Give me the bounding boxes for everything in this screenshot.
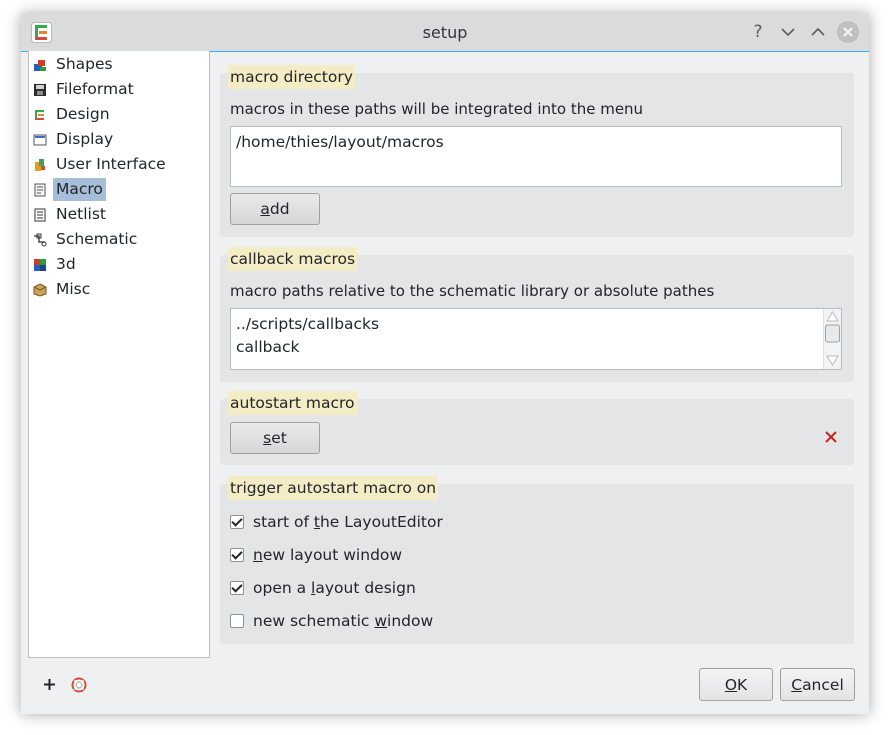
trigger-new-schematic-window[interactable]: new schematic window [230,610,433,632]
checkbox[interactable] [230,581,244,595]
shapes-icon [34,59,46,71]
macro-icon [34,183,46,196]
title-bar[interactable]: setup ? [21,14,869,52]
display-icon [33,134,47,145]
path-entry: /home/thies/layout/macros [236,133,444,151]
sidebar-item-design[interactable]: Design [31,103,113,126]
sidebar-item-shapes[interactable]: Shapes [31,53,116,76]
trigger-open-layout-design[interactable]: open a layout design [230,577,416,599]
sidebar-item-label: 3d [56,255,76,273]
help-icon[interactable]: ? [747,21,769,43]
remove-icon[interactable] [825,431,837,443]
plus-icon[interactable] [43,678,56,691]
checkbox-label: open a layout design [253,579,416,597]
sidebar-item-3d[interactable]: 3d [31,253,79,276]
settings-category-list[interactable]: Shapes Fileformat Design Display User In… [28,51,210,658]
minimize-icon[interactable] [777,21,799,43]
button-label: OK [724,675,748,694]
button-label: Cancel [791,675,844,694]
scrollbar-arrows-icon [825,311,840,366]
callback-macros-group: callback macros macro paths relative to … [220,247,854,382]
vertical-scrollbar[interactable] [823,309,841,369]
checkbox[interactable] [230,515,244,529]
checkbox-label: new schematic window [253,612,434,630]
sidebar-item-display[interactable]: Display [31,128,116,151]
sidebar-item-user-interface[interactable]: User Interface [31,153,169,176]
sidebar-item-misc[interactable]: Misc [31,278,93,301]
sidebar-item-label: Misc [56,280,91,298]
help-lifebuoy-icon[interactable] [71,677,87,693]
macro-directory-group: macro directory macros in these paths wi… [220,65,854,237]
setup-dialog: setup ? Shapes Fileformat Design Display… [21,14,869,714]
sidebar-item-macro[interactable]: Macro [31,178,106,201]
design-icon [35,109,44,120]
trigger-start-of-layouteditor[interactable]: start of the LayoutEditor [230,511,443,533]
button-label: add [260,200,290,218]
add-button[interactable]: add [230,193,320,225]
sidebar-item-fileformat[interactable]: Fileformat [31,78,137,101]
checkbox[interactable] [230,548,244,562]
sidebar-item-schematic[interactable]: Schematic [31,228,140,251]
sidebar-item-label: Design [56,105,110,123]
callback-macros-paths-field[interactable]: ../scripts/callbacks callback [230,308,842,370]
group-title: trigger autostart macro on [228,476,439,500]
path-entry: callback [236,338,300,356]
path-entry: ../scripts/callbacks [236,315,380,333]
sidebar-item-label: Macro [53,178,106,201]
cancel-button[interactable]: Cancel [780,668,855,701]
netlist-icon [34,208,46,221]
sidebar-item-label: User Interface [56,155,166,173]
checkbox-label: start of the LayoutEditor [253,513,443,531]
window-title: setup [422,23,468,42]
checkbox[interactable] [230,614,244,628]
3d-icon [34,258,46,271]
group-title: macro directory [228,65,355,89]
close-icon[interactable] [837,21,859,43]
maximize-icon[interactable] [807,21,829,43]
sidebar-item-label: Shapes [56,55,113,73]
sidebar-item-label: Netlist [56,205,106,223]
callback-macros-description: macro paths relative to the schematic li… [230,282,715,300]
set-button[interactable]: set [230,422,320,454]
sidebar-item-label: Schematic [56,230,138,248]
floppy-disk-icon [34,83,46,96]
sidebar-item-label: Display [56,130,114,148]
sidebar-item-netlist[interactable]: Netlist [31,203,109,226]
user-interface-icon [35,158,45,171]
macro-directory-description: macros in these paths will be integrated… [230,100,644,118]
ok-button[interactable]: OK [699,668,773,701]
trigger-new-layout-window[interactable]: new layout window [230,544,402,566]
macro-directory-paths-field[interactable]: /home/thies/layout/macros [230,126,842,187]
autostart-macro-group: autostart macro set [220,391,854,465]
misc-icon [33,282,47,297]
button-label: set [263,429,287,447]
sidebar-item-label: Fileformat [56,80,134,98]
schematic-icon [34,233,47,246]
group-title: autostart macro [228,391,357,415]
group-title: callback macros [228,247,358,271]
checkbox-label: new layout window [253,546,403,564]
trigger-autostart-group: trigger autostart macro on start of the … [220,476,854,644]
